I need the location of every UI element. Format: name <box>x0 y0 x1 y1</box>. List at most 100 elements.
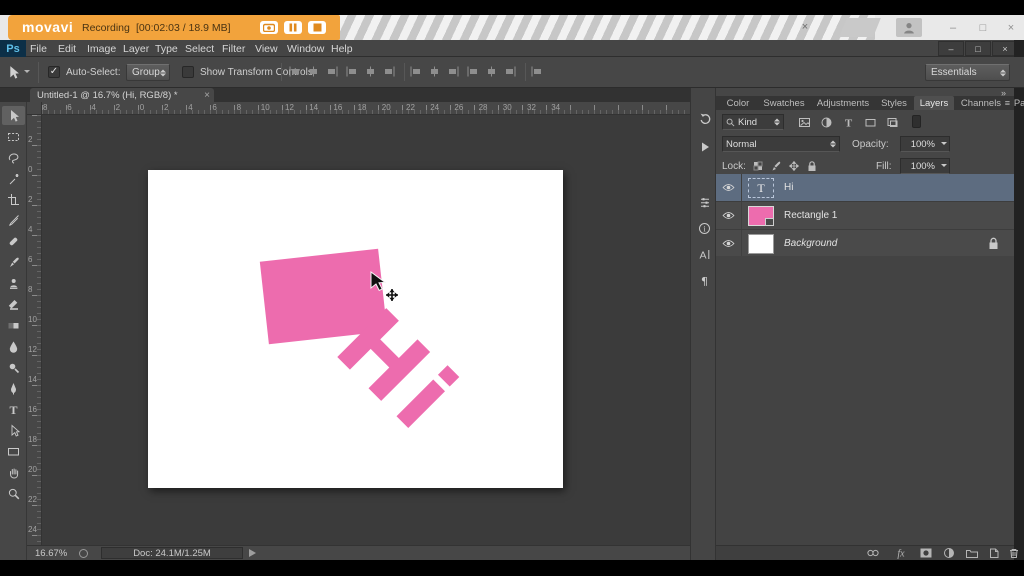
lock-all-icon[interactable] <box>804 158 820 174</box>
dock-actions-icon[interactable] <box>694 136 714 156</box>
tab-styles[interactable]: Styles <box>876 96 912 110</box>
background-layer-thumbnail[interactable] <box>748 234 774 254</box>
auto-align-layers-icon[interactable] <box>530 65 544 79</box>
document-tab[interactable]: Untitled-1 @ 16.7% (Hi, RGB/8) * × <box>30 88 214 102</box>
align-left-edges-icon[interactable] <box>288 65 302 79</box>
app-minimize-button[interactable]: – <box>938 41 964 56</box>
tab-color[interactable]: Color <box>720 96 756 110</box>
blend-mode-dropdown[interactable]: Normal <box>722 136 840 152</box>
pixel-layers-filter-icon[interactable] <box>796 114 812 130</box>
tool-zoom[interactable] <box>2 484 25 503</box>
layer-filter-dropdown[interactable]: Kind <box>722 114 784 130</box>
zoom-level-field[interactable]: 16.67% <box>35 548 67 559</box>
tool-gradient[interactable] <box>2 316 25 335</box>
dock-history-icon[interactable] <box>694 108 714 128</box>
browser-profile-button[interactable] <box>896 18 922 37</box>
pause-button[interactable] <box>284 21 302 34</box>
tool-healing-brush[interactable] <box>2 232 25 251</box>
new-group-icon[interactable] <box>964 546 980 560</box>
smart-object-filter-icon[interactable] <box>884 114 900 130</box>
distribute-vertical-centers-icon[interactable] <box>428 65 442 79</box>
type-layers-filter-icon[interactable]: T <box>840 114 856 130</box>
menu-select[interactable]: Select <box>185 43 214 55</box>
screenshot-button[interactable] <box>260 21 278 34</box>
tool-rectangle-shape[interactable] <box>2 442 25 461</box>
tool-move[interactable] <box>2 106 25 125</box>
text-layer-thumbnail[interactable]: T <box>748 178 774 198</box>
tab-adjustments[interactable]: Adjustments <box>812 96 874 110</box>
tab-channels[interactable]: Channels <box>956 96 1006 110</box>
tool-crop[interactable] <box>2 190 25 209</box>
layer-name[interactable]: Hi <box>784 182 793 193</box>
new-layer-icon[interactable] <box>986 546 1002 560</box>
stop-button[interactable] <box>308 21 326 34</box>
delete-layer-icon[interactable] <box>1006 546 1022 560</box>
tab-paths[interactable]: Paths <box>1008 96 1024 110</box>
align-vertical-centers-icon[interactable] <box>307 65 321 79</box>
app-maximize-button[interactable]: □ <box>965 41 991 56</box>
layer-row-hi[interactable]: T Hi <box>716 174 1014 202</box>
menu-file[interactable]: File <box>30 43 47 55</box>
tool-path-selection[interactable] <box>2 421 25 440</box>
menu-filter[interactable]: Filter <box>222 43 245 55</box>
opacity-field[interactable]: 100% <box>900 136 950 152</box>
layer-row-rectangle[interactable]: Rectangle 1 <box>716 202 1014 230</box>
tool-blur[interactable] <box>2 337 25 356</box>
lock-transparent-pixels-icon[interactable] <box>750 158 766 174</box>
browser-minimize-button[interactable]: – <box>942 19 964 36</box>
new-adjustment-layer-icon[interactable] <box>941 546 957 560</box>
visibility-eye-icon[interactable] <box>716 174 742 201</box>
tool-magic-wand[interactable] <box>2 169 25 188</box>
tool-brush[interactable] <box>2 253 25 272</box>
layer-row-background[interactable]: Background <box>716 230 1014 258</box>
browser-tab-close-icon[interactable]: × <box>798 20 812 34</box>
browser-close-button[interactable]: × <box>1000 19 1022 36</box>
shape-layer-thumbnail[interactable] <box>748 206 774 226</box>
tab-close-icon[interactable]: × <box>204 90 210 101</box>
distribute-top-edges-icon[interactable] <box>409 65 423 79</box>
layer-name[interactable]: Rectangle 1 <box>784 210 837 221</box>
workspace-dropdown[interactable]: Essentials <box>925 64 1010 81</box>
dock-info-icon[interactable]: i <box>694 218 714 238</box>
align-right-edges-icon[interactable] <box>326 65 340 79</box>
document-size-field[interactable]: Doc: 24.1M/1.25M <box>101 547 243 559</box>
fill-field[interactable]: 100% <box>900 158 950 174</box>
layer-name[interactable]: Background <box>784 238 837 249</box>
tab-swatches[interactable]: Swatches <box>758 96 810 110</box>
distribute-bottom-edges-icon[interactable] <box>447 65 461 79</box>
filter-switch-toggle[interactable] <box>912 115 921 128</box>
browser-maximize-button[interactable]: □ <box>972 19 994 36</box>
menu-edit[interactable]: Edit <box>58 43 76 55</box>
tool-clone-stamp[interactable] <box>2 274 25 293</box>
adjustment-layers-filter-icon[interactable] <box>818 114 834 130</box>
dock-paragraph-icon[interactable]: ¶ <box>694 270 714 290</box>
vertical-ruler[interactable]: 2024681012141618202224 <box>27 115 42 545</box>
dock-properties-icon[interactable] <box>694 192 714 212</box>
distribute-right-edges-icon[interactable] <box>504 65 518 79</box>
tool-type[interactable]: T <box>2 400 25 419</box>
lock-position-icon[interactable] <box>786 158 802 174</box>
horizontal-ruler[interactable]: 86420246810121416182022242628303234 <box>42 102 690 115</box>
add-layer-mask-icon[interactable] <box>918 546 934 560</box>
ruler-corner[interactable] <box>27 102 42 115</box>
visibility-eye-icon[interactable] <box>716 202 742 229</box>
link-layers-icon[interactable] <box>865 546 881 560</box>
status-options-arrow-icon[interactable] <box>249 549 260 557</box>
dock-character-icon[interactable]: A <box>694 244 714 264</box>
align-top-edges-icon[interactable] <box>345 65 359 79</box>
menu-layer[interactable]: Layer <box>123 43 149 55</box>
tool-eraser[interactable] <box>2 295 25 314</box>
panel-menu-icon[interactable]: ≡ <box>1005 98 1010 108</box>
tab-layers[interactable]: Layers <box>914 96 954 110</box>
menu-view[interactable]: View <box>255 43 278 55</box>
tool-lasso[interactable] <box>2 148 25 167</box>
distribute-horizontal-centers-icon[interactable] <box>485 65 499 79</box>
layer-style-fx-icon[interactable]: fx <box>893 546 909 560</box>
menu-window[interactable]: Window <box>287 43 324 55</box>
tool-dodge[interactable] <box>2 358 25 377</box>
shape-layers-filter-icon[interactable] <box>862 114 878 130</box>
tool-eyedropper[interactable] <box>2 211 25 230</box>
tool-hand[interactable] <box>2 463 25 482</box>
visibility-eye-icon[interactable] <box>716 230 742 257</box>
menu-type[interactable]: Type <box>155 43 178 55</box>
